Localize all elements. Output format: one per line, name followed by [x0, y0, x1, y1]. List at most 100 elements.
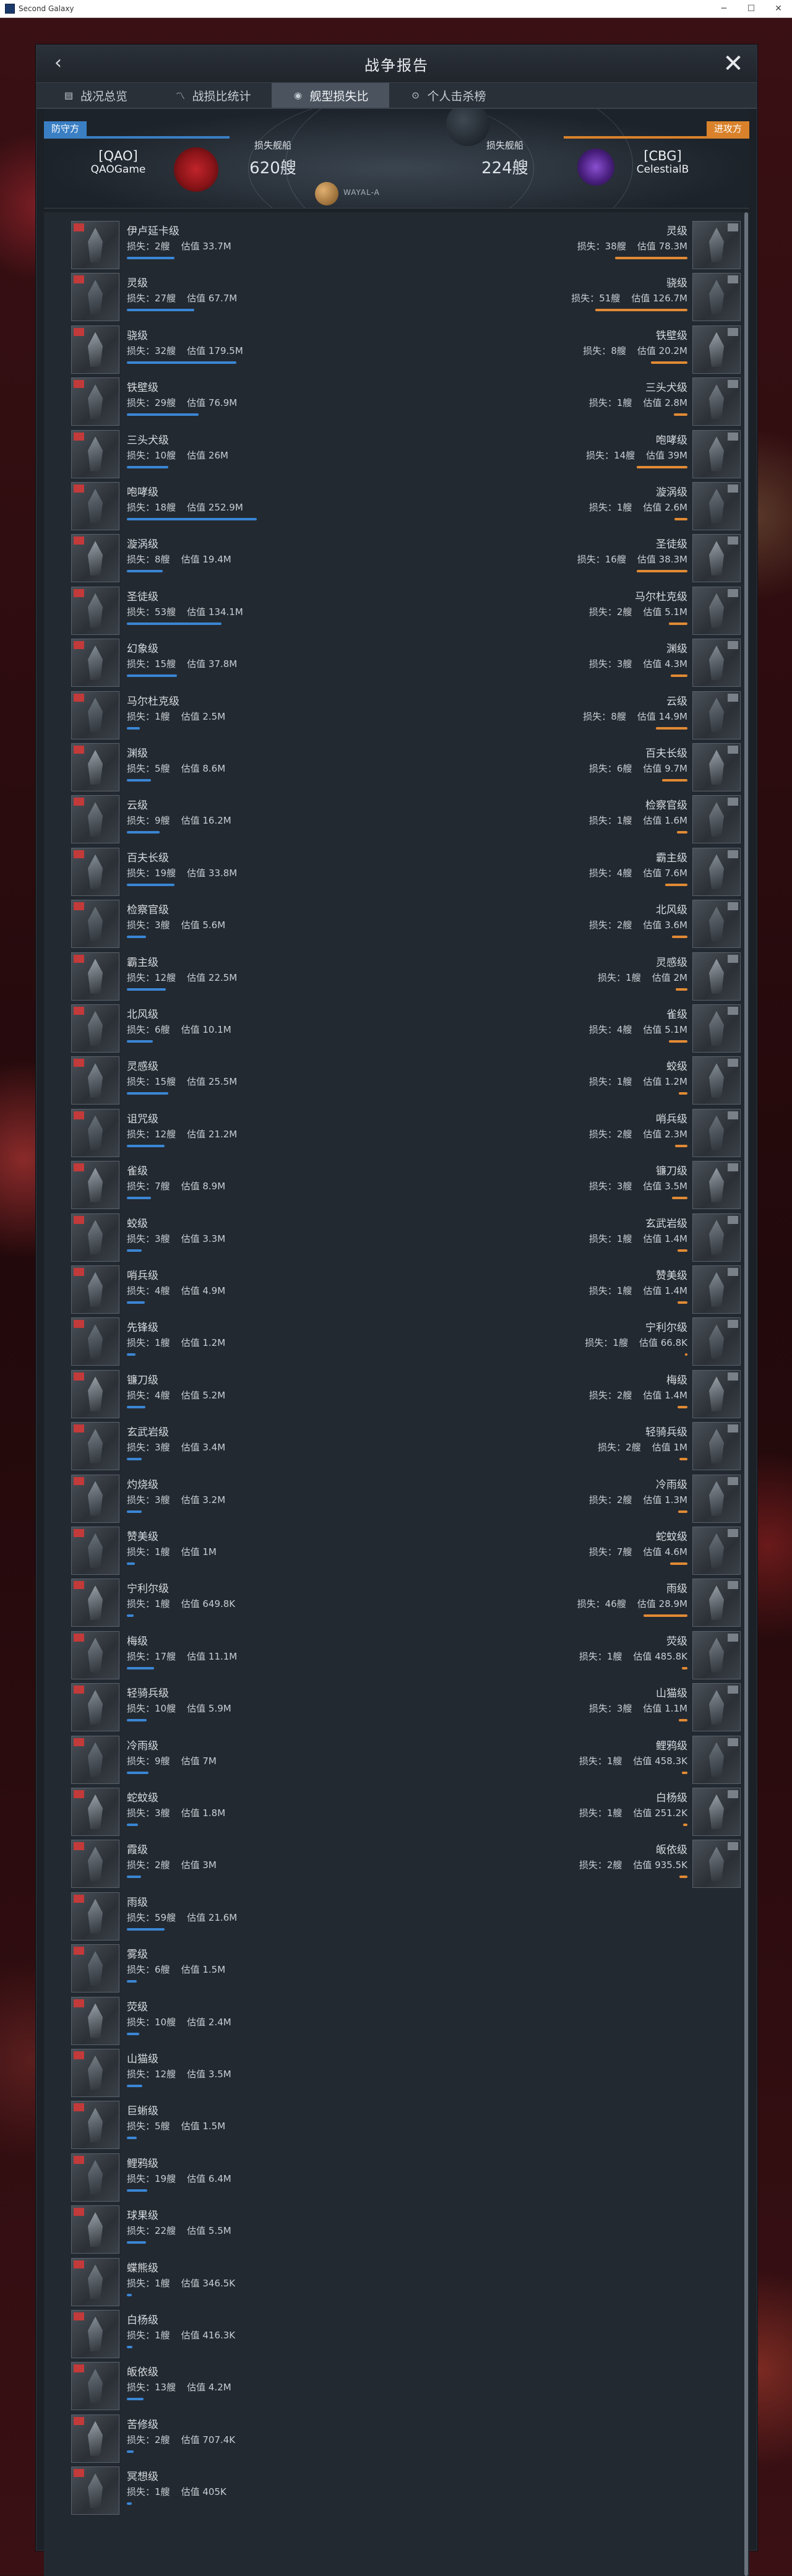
ship-thumbnail[interactable] — [71, 1840, 119, 1889]
ship-thumbnail[interactable] — [692, 900, 741, 949]
ship-thumbnail[interactable] — [692, 1735, 741, 1784]
attacker-ship-entry[interactable]: 雨级 损失：46艘 估值 28.9M — [394, 1575, 741, 1627]
ship-thumbnail[interactable] — [692, 482, 741, 530]
ship-thumbnail[interactable] — [692, 1108, 741, 1157]
defender-ship-entry[interactable]: 蛇蚊级 损失：3艘 估值 1.8M — [44, 1784, 390, 1836]
attacker-ship-entry[interactable]: 轻骑兵级 损失：2艘 估值 1M — [394, 1418, 741, 1471]
scrollbar-thumb[interactable] — [744, 212, 748, 2576]
attacker-ship-entry[interactable]: 百夫长级 损失：6艘 估值 9.7M — [394, 739, 741, 791]
ship-thumbnail[interactable] — [71, 1004, 119, 1053]
ship-thumbnail[interactable] — [692, 691, 741, 739]
ship-thumbnail[interactable] — [692, 1527, 741, 1575]
ship-thumbnail[interactable] — [71, 743, 119, 791]
ship-thumbnail[interactable] — [71, 325, 119, 374]
attacker-ship-entry[interactable]: 北风级 损失：2艘 估值 3.6M — [394, 896, 741, 949]
defender-ship-entry[interactable]: 哨兵级 损失：4艘 估值 4.9M — [44, 1262, 390, 1314]
ship-thumbnail[interactable] — [692, 429, 741, 478]
defender-ship-entry[interactable]: 冷雨级 损失：9艘 估值 7M — [44, 1732, 390, 1784]
attacker-ship-entry[interactable]: 蛇蚊级 损失：7艘 估值 4.6M — [394, 1523, 741, 1575]
defender-ship-entry[interactable]: 圣徒级 损失：53艘 估值 134.1M — [44, 583, 390, 635]
defender-ship-entry[interactable]: 诅咒级 损失：12艘 估值 21.2M — [44, 1105, 390, 1157]
defender-ship-entry[interactable]: 百夫长级 损失：19艘 估值 33.8M — [44, 844, 390, 896]
ship-thumbnail[interactable] — [71, 1474, 119, 1523]
attacker-ship-entry[interactable]: 玄武岩级 损失：1艘 估值 1.4M — [394, 1210, 741, 1262]
ship-thumbnail[interactable] — [71, 1108, 119, 1157]
defender-ship-entry[interactable]: 灵级 损失：27艘 估值 67.7M — [44, 269, 390, 322]
defender-ship-entry[interactable]: 灼烧级 损失：3艘 估值 3.2M — [44, 1471, 390, 1523]
defender-ship-entry[interactable]: 马尔杜克级 损失：1艘 估值 2.5M — [44, 687, 390, 739]
ship-thumbnail[interactable] — [692, 847, 741, 896]
attacker-ship-entry[interactable]: 梅级 损失：2艘 估值 1.4M — [394, 1366, 741, 1418]
attacker-ship-entry[interactable]: 鲤鸦级 损失：1艘 估值 458.3K — [394, 1732, 741, 1784]
ship-thumbnail[interactable] — [71, 2049, 119, 2097]
ship-thumbnail[interactable] — [692, 1840, 741, 1889]
ship-thumbnail[interactable] — [692, 1474, 741, 1523]
attacker-ship-entry[interactable]: 冷雨级 损失：2艘 估值 1.3M — [394, 1471, 741, 1523]
ship-thumbnail[interactable] — [692, 325, 741, 374]
attacker-ship-entry[interactable]: 霸主级 损失：4艘 估值 7.6M — [394, 844, 741, 896]
ship-thumbnail[interactable] — [71, 1369, 119, 1418]
ship-thumbnail[interactable] — [71, 2205, 119, 2254]
defender-ship-entry[interactable]: 巨蜥级 损失：5艘 估值 1.5M — [44, 2097, 390, 2150]
ship-thumbnail[interactable] — [71, 2257, 119, 2306]
ship-thumbnail[interactable] — [692, 534, 741, 583]
ship-thumbnail[interactable] — [71, 2310, 119, 2358]
ship-thumbnail[interactable] — [71, 1788, 119, 1836]
defender-ship-entry[interactable]: 球果级 损失：22艘 估值 5.5M — [44, 2202, 390, 2254]
attacker-ship-entry[interactable]: 马尔杜克级 损失：2艘 估值 5.1M — [394, 583, 741, 635]
defender-ship-entry[interactable]: 漩涡级 损失：8艘 估值 19.4M — [44, 530, 390, 583]
ship-thumbnail[interactable] — [71, 1161, 119, 1210]
ship-thumbnail[interactable] — [71, 1422, 119, 1471]
defender-ship-entry[interactable]: 咆哮级 损失：18艘 估值 252.9M — [44, 478, 390, 530]
attacker-ship-entry[interactable]: 咆哮级 损失：14艘 估值 39M — [394, 426, 741, 478]
ship-thumbnail[interactable] — [71, 2153, 119, 2202]
ship-thumbnail[interactable] — [71, 795, 119, 844]
ship-thumbnail[interactable] — [71, 1683, 119, 1732]
defender-ship-entry[interactable]: 云级 损失：9艘 估值 16.2M — [44, 791, 390, 844]
attacker-ship-entry[interactable]: 检察官级 损失：1艘 估值 1.6M — [394, 791, 741, 844]
attacker-ship-entry[interactable]: 白杨级 损失：1艘 估值 251.2K — [394, 1784, 741, 1836]
ship-thumbnail[interactable] — [692, 1788, 741, 1836]
defender-ship-entry[interactable]: 皈依级 损失：13艘 估值 4.2M — [44, 2358, 390, 2411]
ship-thumbnail[interactable] — [692, 1369, 741, 1418]
ship-thumbnail[interactable] — [692, 795, 741, 844]
attacker-ship-entry[interactable]: 圣徒级 损失：16艘 估值 38.3M — [394, 530, 741, 583]
ship-thumbnail[interactable] — [692, 1422, 741, 1471]
attacker-ship-entry[interactable]: 铁壁级 损失：8艘 估值 20.2M — [394, 322, 741, 374]
defender-ship-entry[interactable]: 玄武岩级 损失：3艘 估值 3.4M — [44, 1418, 390, 1471]
defender-ship-entry[interactable]: 白杨级 损失：1艘 估值 416.3K — [44, 2306, 390, 2358]
ship-thumbnail[interactable] — [71, 1265, 119, 1314]
defender-ship-entry[interactable]: 检察官级 损失：3艘 估值 5.6M — [44, 896, 390, 949]
defender-ship-entry[interactable]: 灵感级 损失：15艘 估值 25.5M — [44, 1053, 390, 1105]
attacker-ship-entry[interactable]: 宁利尔级 损失：1艘 估值 66.8K — [394, 1314, 741, 1366]
ship-thumbnail[interactable] — [692, 1161, 741, 1210]
defender-ship-entry[interactable]: 雨级 损失：59艘 估值 21.6M — [44, 1889, 390, 1941]
ship-thumbnail[interactable] — [71, 1892, 119, 1941]
defender-ship-entry[interactable]: 铁壁级 损失：29艘 估值 76.9M — [44, 374, 390, 426]
defender-ship-entry[interactable]: 苦修级 损失：2艘 估值 707.4K — [44, 2411, 390, 2463]
back-arrow-icon[interactable]: ‹ — [48, 53, 69, 74]
attacker-ship-entry[interactable]: 灵级 损失：38艘 估值 78.3M — [394, 217, 741, 269]
defender-ship-entry[interactable]: 山猫级 损失：12艘 估值 3.5M — [44, 2045, 390, 2097]
maximize-button[interactable]: ☐ — [738, 4, 765, 14]
ship-thumbnail[interactable] — [71, 2466, 119, 2515]
defender-ship-entry[interactable]: 伊卢延卡级 损失：2艘 估值 33.7M — [44, 217, 390, 269]
close-icon[interactable]: ✕ — [721, 51, 746, 76]
attacker-ship-entry[interactable]: 漩涡级 损失：1艘 估值 2.6M — [394, 478, 741, 530]
defender-ship-entry[interactable]: 雾级 损失：6艘 估值 1.5M — [44, 1941, 390, 1993]
attacker-ship-entry[interactable]: 云级 损失：8艘 估值 14.9M — [394, 687, 741, 739]
tab-overview[interactable]: ▤ 战况总览 — [37, 83, 154, 108]
attacker-ship-entry[interactable]: 骁级 损失：51艘 估值 126.7M — [394, 269, 741, 322]
attacker-ship-entry[interactable]: 雀级 损失：4艘 估值 5.1M — [394, 1001, 741, 1053]
ship-thumbnail[interactable] — [692, 1004, 741, 1053]
defender-ship-entry[interactable]: 镰刀级 损失：4艘 估值 5.2M — [44, 1366, 390, 1418]
ship-thumbnail[interactable] — [71, 1579, 119, 1627]
ship-thumbnail[interactable] — [71, 2414, 119, 2463]
ship-thumbnail[interactable] — [71, 429, 119, 478]
attacker-ship-entry[interactable]: 蛟级 损失：1艘 估值 1.2M — [394, 1053, 741, 1105]
ship-thumbnail[interactable] — [692, 1213, 741, 1262]
defender-ship-entry[interactable]: 霸主级 损失：12艘 估值 22.5M — [44, 949, 390, 1001]
ship-thumbnail[interactable] — [71, 2362, 119, 2411]
ship-thumbnail[interactable] — [71, 847, 119, 896]
ship-thumbnail[interactable] — [71, 273, 119, 322]
